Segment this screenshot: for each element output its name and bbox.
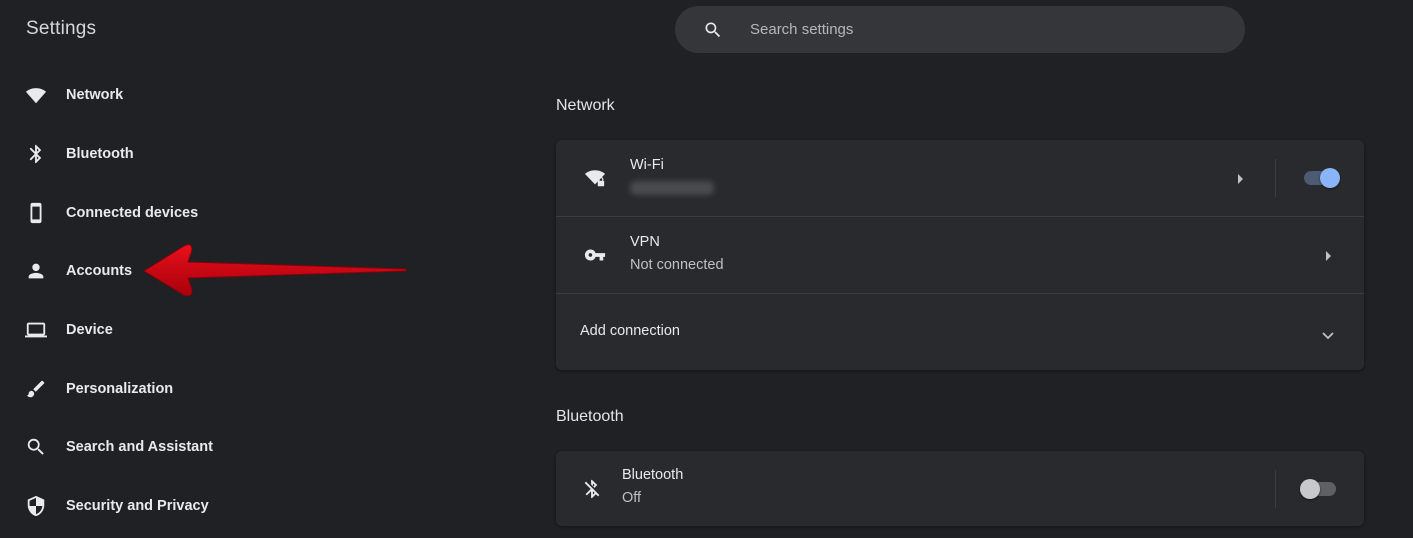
network-card: Wi-Fi VPN Not connected Add connection: [556, 140, 1364, 370]
vpn-subpage-arrow-icon[interactable]: [1326, 251, 1331, 261]
toggle-knob: [1300, 479, 1320, 499]
wifi-icon: [24, 83, 48, 107]
sidebar-item-label: Accounts: [66, 263, 133, 280]
search-icon: [24, 435, 48, 459]
bluetooth-status: Off: [622, 490, 642, 506]
wifi-secure-icon: [583, 166, 607, 190]
sidebar-item-label: Connected devices: [66, 204, 199, 221]
sidebar-item-search-and-assistant[interactable]: Search and Assistant: [0, 418, 300, 477]
toggle-knob: [1320, 168, 1340, 188]
vpn-label: VPN: [630, 234, 660, 250]
search-bar[interactable]: [675, 6, 1245, 53]
bluetooth-toggle[interactable]: [1300, 478, 1338, 500]
laptop-icon: [24, 318, 48, 342]
sidebar-item-device[interactable]: Device: [0, 301, 300, 360]
app-title: Settings: [26, 18, 97, 39]
sidebar-item-label: Security and Privacy: [66, 498, 209, 515]
bluetooth-disabled-icon: [580, 477, 604, 501]
sidebar-item-network[interactable]: Network: [0, 66, 300, 125]
divider: [1275, 159, 1276, 197]
network-section-title: Network: [556, 97, 615, 114]
sidebar-item-security-and-privacy[interactable]: Security and Privacy: [0, 477, 300, 536]
bluetooth-icon: [24, 142, 48, 166]
sidebar-item-label: Network: [66, 87, 124, 104]
bluetooth-row[interactable]: Bluetooth Off: [556, 451, 1364, 526]
annotation-arrow: [143, 244, 407, 297]
bluetooth-section-title: Bluetooth: [556, 408, 624, 425]
wifi-toggle[interactable]: [1302, 167, 1340, 189]
sidebar-item-label: Device: [66, 322, 113, 339]
wifi-network-name-redacted: [630, 181, 714, 195]
shield-icon: [24, 494, 48, 518]
wifi-subpage-arrow-icon[interactable]: [1238, 174, 1243, 184]
sidebar-item-label: Bluetooth: [66, 146, 134, 163]
add-connection-row[interactable]: Add connection: [556, 294, 1364, 370]
vpn-status: Not connected: [630, 257, 724, 273]
search-icon: [703, 20, 723, 40]
divider: [1275, 470, 1276, 508]
add-connection-label: Add connection: [580, 323, 680, 339]
chevron-down-icon[interactable]: [1321, 328, 1335, 340]
sidebar-item-connected-devices[interactable]: Connected devices: [0, 183, 300, 242]
sidebar-item-bluetooth[interactable]: Bluetooth: [0, 125, 300, 184]
brush-icon: [24, 377, 48, 401]
key-icon: [583, 243, 607, 267]
sidebar-item-personalization[interactable]: Personalization: [0, 359, 300, 418]
search-input[interactable]: [750, 21, 1190, 38]
wifi-row[interactable]: Wi-Fi: [556, 140, 1364, 217]
vpn-row[interactable]: VPN Not connected: [556, 217, 1364, 294]
wifi-label: Wi-Fi: [630, 157, 664, 173]
bluetooth-card: Bluetooth Off: [556, 451, 1364, 526]
sidebar-item-label: Personalization: [66, 380, 174, 397]
bluetooth-label: Bluetooth: [622, 467, 684, 483]
person-icon: [24, 259, 48, 283]
phone-icon: [24, 201, 48, 225]
sidebar-item-label: Search and Assistant: [66, 439, 213, 456]
